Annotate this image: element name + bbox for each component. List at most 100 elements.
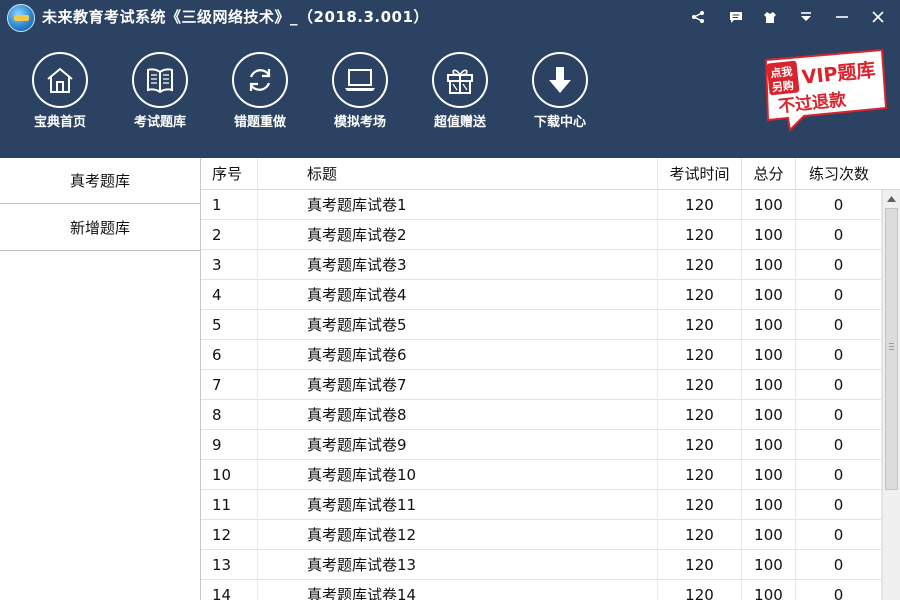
table-row[interactable]: 8 真考题库试卷8 120 100 0 — [201, 400, 882, 430]
row-total-score: 100 — [742, 520, 796, 550]
table-row[interactable]: 14 真考题库试卷14 120 100 0 — [201, 580, 882, 600]
table-row[interactable]: 11 真考题库试卷11 120 100 0 — [201, 490, 882, 520]
sidebar-item-real-exam[interactable]: 真考题库 — [0, 158, 200, 204]
vip-promo-badge[interactable]: 点我 另购 VIP题库 不过退款 — [758, 46, 890, 138]
toolbar-download-label: 下载中心 — [533, 115, 586, 130]
row-exam-time: 120 — [658, 400, 742, 430]
row-practice-count: 0 — [796, 490, 882, 520]
toolbar-download-button[interactable]: 下载中心 — [510, 50, 610, 140]
share-icon[interactable] — [684, 4, 712, 30]
row-total-score: 100 — [742, 400, 796, 430]
row-title: 真考题库试卷14 — [258, 580, 658, 600]
row-practice-count: 0 — [796, 520, 882, 550]
table-row[interactable]: 12 真考题库试卷12 120 100 0 — [201, 520, 882, 550]
row-index: 11 — [201, 490, 258, 520]
scroll-up-arrow-icon[interactable] — [883, 190, 900, 207]
row-index: 13 — [201, 550, 258, 580]
row-total-score: 100 — [742, 490, 796, 520]
table-row[interactable]: 1 真考题库试卷1 120 100 0 — [201, 190, 882, 220]
message-icon[interactable] — [722, 4, 750, 30]
close-icon[interactable] — [864, 4, 892, 30]
gift-icon — [432, 52, 488, 108]
row-practice-count: 0 — [796, 550, 882, 580]
row-practice-count: 0 — [796, 460, 882, 490]
row-index: 5 — [201, 310, 258, 340]
table-row[interactable]: 10 真考题库试卷10 120 100 0 — [201, 460, 882, 490]
vip-badge-line2: 另购 — [771, 78, 794, 94]
row-title: 真考题库试卷12 — [258, 520, 658, 550]
book-icon — [132, 52, 188, 108]
shirt-icon[interactable] — [756, 4, 784, 30]
vip-badge-line1: 点我 — [770, 64, 793, 80]
row-exam-time: 120 — [658, 490, 742, 520]
row-practice-count: 0 — [796, 280, 882, 310]
row-exam-time: 120 — [658, 190, 742, 220]
row-exam-time: 120 — [658, 370, 742, 400]
exam-table: 序号 标题 考试时间 总分 练习次数 1 真考题库试卷1 120 100 0 2 真考题库试… — [201, 158, 900, 600]
header-index[interactable]: 序号 — [201, 158, 258, 190]
row-title: 真考题库试卷13 — [258, 550, 658, 580]
row-title: 真考题库试卷4 — [258, 280, 658, 310]
row-title: 真考题库试卷5 — [258, 310, 658, 340]
row-practice-count: 0 — [796, 250, 882, 280]
row-practice-count: 0 — [796, 580, 882, 600]
row-exam-time: 120 — [658, 550, 742, 580]
row-title: 真考题库试卷6 — [258, 340, 658, 370]
toolbar-mock-exam-button[interactable]: 模拟考场 — [310, 50, 410, 140]
scroll-grip-icon — [889, 343, 894, 350]
table-row[interactable]: 3 真考题库试卷3 120 100 0 — [201, 250, 882, 280]
row-practice-count: 0 — [796, 400, 882, 430]
row-practice-count: 0 — [796, 190, 882, 220]
table-row[interactable]: 4 真考题库试卷4 120 100 0 — [201, 280, 882, 310]
row-index: 3 — [201, 250, 258, 280]
sidebar-item-new-bank[interactable]: 新增题库 — [0, 205, 200, 251]
header: 未来教育考试系统《三级网络技术》_（2018.3.001） 宝典首页 考试题库 … — [0, 0, 900, 158]
row-title: 真考题库试卷10 — [258, 460, 658, 490]
toolbar-home-button[interactable]: 宝典首页 — [10, 50, 110, 140]
row-total-score: 100 — [742, 340, 796, 370]
table-row[interactable]: 2 真考题库试卷2 120 100 0 — [201, 220, 882, 250]
table-row[interactable]: 9 真考题库试卷9 120 100 0 — [201, 430, 882, 460]
row-total-score: 100 — [742, 190, 796, 220]
row-exam-time: 120 — [658, 280, 742, 310]
table-row[interactable]: 6 真考题库试卷6 120 100 0 — [201, 340, 882, 370]
row-title: 真考题库试卷11 — [258, 490, 658, 520]
row-exam-time: 120 — [658, 430, 742, 460]
row-exam-time: 120 — [658, 580, 742, 600]
toolbar-redo-label: 错题重做 — [233, 115, 286, 130]
dropdown-icon[interactable] — [792, 4, 820, 30]
row-total-score: 100 — [742, 580, 796, 600]
row-practice-count: 0 — [796, 340, 882, 370]
row-index: 7 — [201, 370, 258, 400]
row-title: 真考题库试卷8 — [258, 400, 658, 430]
header-time[interactable]: 考试时间 — [658, 158, 742, 190]
laptop-icon — [332, 52, 388, 108]
header-title[interactable]: 标题 — [258, 158, 658, 190]
row-exam-time: 120 — [658, 310, 742, 340]
table-body: 1 真考题库试卷1 120 100 0 2 真考题库试卷2 120 100 0 3 真考题库试卷3 12… — [201, 190, 882, 600]
row-total-score: 100 — [742, 430, 796, 460]
row-index: 14 — [201, 580, 258, 600]
minimize-icon[interactable] — [828, 4, 856, 30]
row-practice-count: 0 — [796, 430, 882, 460]
header-score[interactable]: 总分 — [742, 158, 796, 190]
window-title: 未来教育考试系统《三级网络技术》_（2018.3.001） — [42, 8, 429, 26]
table-row[interactable]: 5 真考题库试卷5 120 100 0 — [201, 310, 882, 340]
row-exam-time: 120 — [658, 520, 742, 550]
toolbar-gift-button[interactable]: 超值赠送 — [410, 50, 510, 140]
table-row[interactable]: 13 真考题库试卷13 120 100 0 — [201, 550, 882, 580]
toolbar-redo-button[interactable]: 错题重做 — [210, 50, 310, 140]
header-count[interactable]: 练习次数 — [796, 158, 882, 190]
sidebar: 真考题库 新增题库 — [0, 158, 201, 600]
row-title: 真考题库试卷7 — [258, 370, 658, 400]
scroll-thumb[interactable] — [885, 208, 898, 490]
toolbar-gift-label: 超值赠送 — [433, 115, 486, 130]
redo-icon — [232, 52, 288, 108]
table-row[interactable]: 7 真考题库试卷7 120 100 0 — [201, 370, 882, 400]
row-title: 真考题库试卷3 — [258, 250, 658, 280]
toolbar-question-bank-button[interactable]: 考试题库 — [110, 50, 210, 140]
row-index: 4 — [201, 280, 258, 310]
row-total-score: 100 — [742, 250, 796, 280]
main-toolbar: 宝典首页 考试题库 错题重做 模拟考场 超值赠送 下载中心 — [0, 50, 640, 140]
vertical-scrollbar[interactable] — [882, 190, 900, 600]
